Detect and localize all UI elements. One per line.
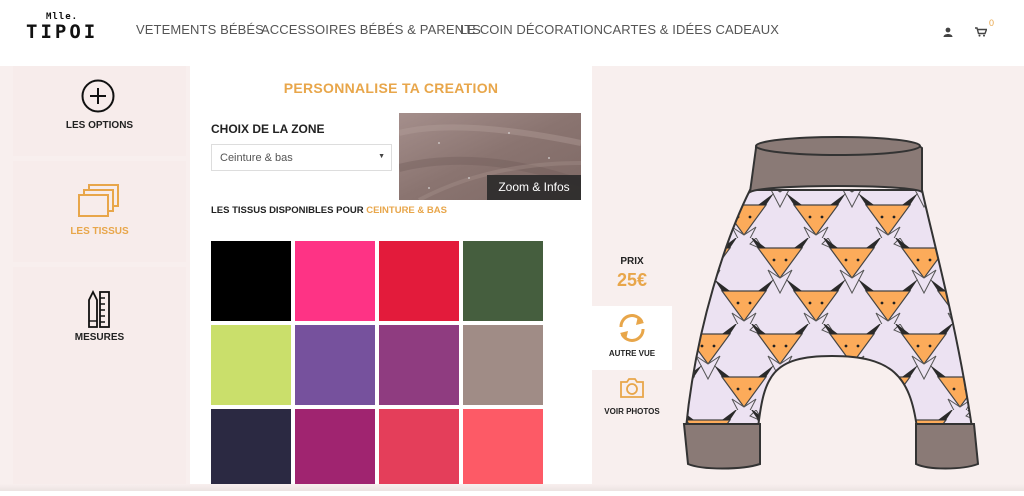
fabric-layers-icon: [78, 183, 120, 226]
fabric-swatch[interactable]: [379, 409, 459, 489]
fabric-swatch[interactable]: [379, 325, 459, 405]
fabric-swatch[interactable]: [295, 241, 375, 321]
price-value: 25€: [616, 270, 648, 290]
fabric-swatch[interactable]: [463, 241, 543, 321]
nav-cartes-cadeaux[interactable]: CARTES & IDÉES CADEAUX: [603, 22, 779, 37]
fabric-swatch[interactable]: [463, 409, 543, 489]
available-fabrics-label: LES TISSUS DISPONIBLES POUR CEINTURE & B…: [211, 205, 447, 216]
fabric-swatch[interactable]: [211, 325, 291, 405]
cart-icon[interactable]: [975, 24, 988, 42]
user-icon[interactable]: [943, 24, 953, 42]
bottom-shadow: [0, 484, 1024, 491]
nav-accessoires[interactable]: ACCESSOIRES BÉBÉS & PARENTS: [261, 22, 481, 37]
ruler-pencil-icon: [86, 289, 112, 335]
fabric-swatch[interactable]: [463, 325, 543, 405]
cart-count-badge: 0: [989, 18, 995, 28]
other-view-button[interactable]: AUTRE VUE: [592, 306, 672, 370]
sidebar-item-label: LES TISSUS: [70, 226, 129, 237]
logo-main-text: TIPOI: [26, 21, 99, 43]
sidebar-item-tissus[interactable]: LES TISSUS: [13, 161, 186, 262]
fabric-swatch[interactable]: [211, 241, 291, 321]
view-photos-label: VOIR PHOTOS: [604, 407, 660, 416]
nav-vetements-bebes[interactable]: VETEMENTS BÉBÉS: [136, 22, 264, 37]
view-photos-button[interactable]: VOIR PHOTOS: [592, 371, 672, 427]
zone-select[interactable]: Ceinture & bas ▼: [211, 144, 392, 171]
zoom-infos-button[interactable]: Zoom & Infos: [487, 175, 581, 200]
fabric-swatch[interactable]: [295, 409, 375, 489]
zone-label: CHOIX DE LA ZONE: [211, 122, 325, 136]
available-fabrics-prefix: LES TISSUS DISPONIBLES POUR: [211, 205, 364, 216]
fabric-swatch[interactable]: [295, 325, 375, 405]
chevron-down-icon: ▼: [378, 153, 385, 160]
sidebar-item-label: LES OPTIONS: [65, 120, 134, 131]
top-bar: Mlle. TIPOI VETEMENTS BÉBÉS ACCESSOIRES …: [0, 0, 1024, 62]
sidebar-item-mesures[interactable]: MESURES: [13, 267, 186, 491]
product-preview: [672, 66, 1024, 491]
fabric-swatch[interactable]: [211, 409, 291, 489]
sidebar-item-options[interactable]: LES OPTIONS: [13, 66, 186, 156]
sidebar-item-label: MESURES: [74, 332, 125, 343]
camera-icon: [619, 377, 645, 404]
logo[interactable]: Mlle. TIPOI: [26, 12, 98, 42]
fabric-swatch[interactable]: [379, 241, 459, 321]
panel-title: PERSONNALISE TA CREATION: [283, 80, 499, 96]
zone-select-value: Ceinture & bas: [220, 152, 293, 164]
available-fabrics-zone: CEINTURE & BAS: [366, 205, 447, 216]
plus-circle-icon: [81, 79, 115, 118]
rotate-arrows-icon: [616, 313, 648, 348]
nav-coin-decoration[interactable]: LE COIN DÉCORATION: [460, 22, 603, 37]
other-view-label: AUTRE VUE: [608, 349, 656, 358]
price-label: PRIX: [620, 256, 644, 267]
